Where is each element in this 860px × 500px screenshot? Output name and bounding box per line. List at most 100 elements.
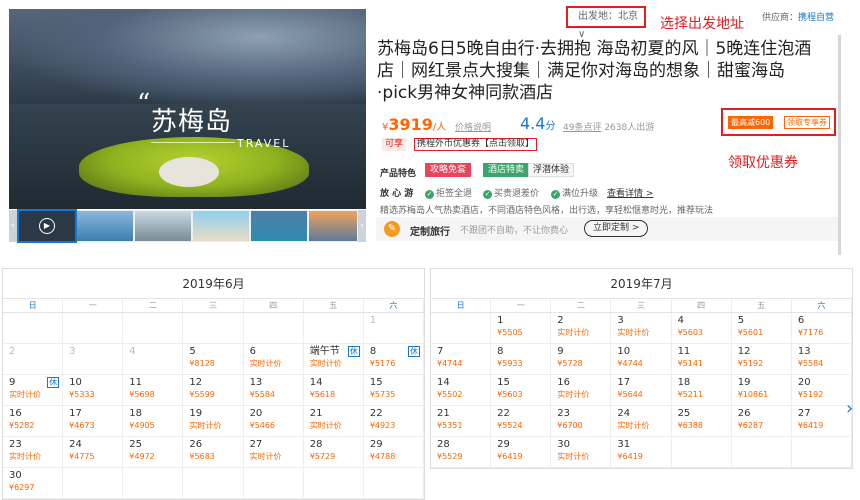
date-cell[interactable]: 16 实时计价: [551, 375, 612, 406]
date-cell[interactable]: 31 ¥6419: [611, 437, 672, 468]
weekday: 五: [732, 299, 792, 312]
date-cell[interactable]: 9 ¥5728: [551, 344, 612, 375]
date-number: 14: [437, 377, 450, 388]
date-cell[interactable]: 22 ¥4923: [363, 406, 424, 437]
date-cell[interactable]: 29 ¥4788: [363, 437, 424, 468]
date-cell[interactable]: 12 ¥5599: [183, 375, 244, 406]
date-cell[interactable]: 3 实时计价: [611, 313, 672, 344]
date-cell[interactable]: 15 ¥5603: [491, 375, 552, 406]
date-cell[interactable]: 24 ¥4775: [63, 437, 124, 468]
date-number: 9: [557, 346, 564, 357]
date-cell[interactable]: 15 ¥5735: [363, 375, 424, 406]
thumb-next-icon[interactable]: ›: [358, 210, 366, 242]
date-cell[interactable]: 20 ¥5466: [243, 406, 304, 437]
coupon-link[interactable]: 领取专享券: [784, 116, 830, 129]
date-cell[interactable]: 29 ¥6419: [491, 437, 552, 468]
supplier-name[interactable]: 携程自营: [798, 13, 834, 23]
feature-tag[interactable]: 浮潜体验: [528, 163, 575, 177]
departure-select[interactable]: 出发地：北京 ∨: [566, 6, 646, 40]
date-cell[interactable]: 26 ¥5683: [183, 437, 244, 468]
date-cell: [363, 468, 424, 499]
date-cell[interactable]: 22 ¥5524: [491, 406, 552, 437]
date-cell[interactable]: 27 ¥6419: [791, 406, 852, 437]
scrollbar[interactable]: [838, 35, 841, 255]
date-cell[interactable]: 27 实时计价: [243, 437, 304, 468]
date-number: 7: [437, 346, 444, 357]
date-cell[interactable]: 30 ¥6297: [3, 468, 64, 499]
weekday: 一: [491, 299, 552, 312]
coupon-box[interactable]: 最高减600 领取专享券: [721, 108, 836, 136]
date-cell[interactable]: 4 ¥5603: [671, 313, 732, 344]
thumb-sunset[interactable]: [309, 211, 357, 241]
date-cell[interactable]: 8 ¥5933: [491, 344, 552, 375]
date-cell[interactable]: 2 实时计价: [551, 313, 612, 344]
product-panel: “ 苏梅岛 TRAVEL ‹ ▶ › 出发地：北京 ∨ 选择出发地址 供应商：携…: [0, 0, 860, 258]
date-cell[interactable]: 14 ¥5502: [431, 375, 492, 406]
check-icon: ✓: [483, 190, 492, 199]
date-cell[interactable]: 13 ¥5584: [243, 375, 304, 406]
date-number: 19: [737, 377, 751, 388]
date-cell[interactable]: 25 ¥6388: [671, 406, 732, 437]
date-cell[interactable]: 21 ¥5351: [431, 406, 492, 437]
date-cell[interactable]: 24 实时计价: [611, 406, 672, 437]
date-cell[interactable]: 28 ¥5529: [431, 437, 492, 468]
details-link[interactable]: 查看详情 >: [607, 186, 653, 199]
date-cell[interactable]: 23 实时计价: [3, 437, 64, 468]
date-cell[interactable]: 7 ¥4744: [431, 344, 492, 375]
date-cell[interactable]: 5 ¥5601: [731, 313, 792, 344]
date-cell[interactable]: 19 ¥10861: [731, 375, 792, 406]
weekday-row: 日 一 二 三 四 五 六: [3, 299, 424, 313]
date-cell[interactable]: 18 ¥5211: [671, 375, 732, 406]
feature-tag[interactable]: 攻略免套: [425, 163, 472, 177]
date-cell[interactable]: 14 ¥5618: [303, 375, 364, 406]
thumb-pool[interactable]: [77, 211, 133, 241]
hero-image[interactable]: “ 苏梅岛 TRAVEL: [9, 9, 366, 209]
date-cell[interactable]: 20 ¥5192: [791, 375, 852, 406]
thumb-video[interactable]: ▶: [17, 209, 77, 243]
date-cell[interactable]: 26 ¥6287: [731, 406, 792, 437]
date-cell[interactable]: 19 实时计价: [183, 406, 244, 437]
date-price: ¥5211: [677, 390, 704, 399]
date-number: 5: [189, 346, 196, 357]
date-cell[interactable]: 11 ¥5698: [123, 375, 184, 406]
date-cell[interactable]: 5 ¥8128: [183, 344, 244, 375]
date-cell[interactable]: 10 ¥4744: [611, 344, 672, 375]
date-cell[interactable]: 6 ¥7176: [791, 313, 852, 344]
date-cell[interactable]: 8 ¥5176 休: [363, 344, 424, 375]
date-cell[interactable]: 18 ¥4905: [123, 406, 184, 437]
date-cell[interactable]: 11 ¥5141: [671, 344, 732, 375]
date-price: ¥5933: [497, 359, 523, 368]
date-cell[interactable]: 21 实时计价: [303, 406, 364, 437]
thumb-island[interactable]: [251, 211, 307, 241]
date-cell[interactable]: 17 ¥4673: [63, 406, 124, 437]
play-icon[interactable]: ▶: [39, 218, 55, 234]
exchange-coupon-link[interactable]: 携程外币优惠券【点击领取】: [414, 138, 538, 151]
thumb-villa[interactable]: [135, 211, 191, 241]
date-cell[interactable]: 1 ¥5505: [491, 313, 552, 344]
date-cell[interactable]: 23 ¥6700: [551, 406, 612, 437]
date-cell[interactable]: 28 ¥5729: [303, 437, 364, 468]
date-cell[interactable]: 13 ¥5584: [791, 344, 852, 375]
date-number: 21: [437, 408, 450, 419]
date-cell[interactable]: 12 ¥5192: [731, 344, 792, 375]
date-price: ¥4775: [69, 452, 95, 461]
coupon-tag: 最高减600: [728, 116, 774, 129]
next-month-icon[interactable]: ›: [846, 398, 858, 420]
thumb-beach[interactable]: [193, 211, 249, 241]
date-cell[interactable]: 端午节 实时计价休: [303, 344, 364, 375]
custom-travel-button[interactable]: 立即定制 >: [584, 220, 649, 237]
date-cell[interactable]: 30 实时计价: [551, 437, 612, 468]
review-count-link[interactable]: 49条点评: [563, 123, 601, 133]
date-cell[interactable]: 9 实时计价休: [3, 375, 64, 406]
date-price: 实时计价: [617, 421, 650, 430]
holiday-badge: 休: [347, 346, 360, 357]
date-cell[interactable]: 25 ¥4972: [123, 437, 184, 468]
thumb-prev-icon[interactable]: ‹: [9, 210, 17, 242]
date-cell[interactable]: 17 ¥5644: [611, 375, 672, 406]
date-cell[interactable]: 10 ¥5333: [63, 375, 124, 406]
weekday: 一: [63, 299, 124, 312]
date-cell[interactable]: 16 ¥5282: [3, 406, 64, 437]
date-cell[interactable]: 6 实时计价: [243, 344, 304, 375]
price-note-link[interactable]: 价格说明: [455, 120, 491, 133]
feature-tag[interactable]: 酒店特卖: [483, 163, 530, 177]
